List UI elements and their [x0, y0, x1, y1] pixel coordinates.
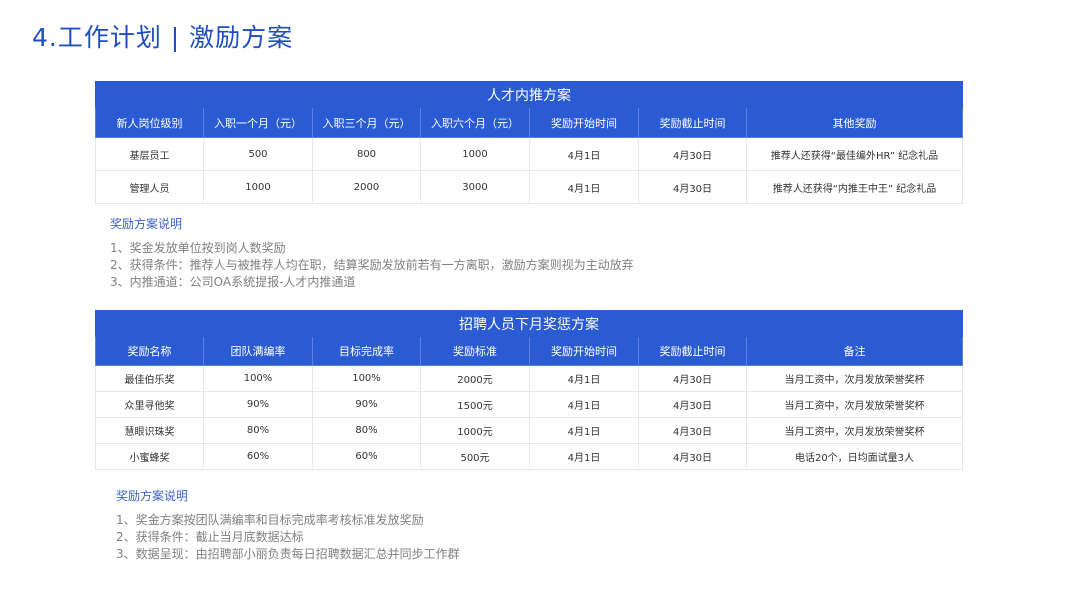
- column-header: 备注: [745, 336, 964, 366]
- table-cell: 众里寻他奖: [95, 391, 204, 418]
- table-cell: 小蜜蜂奖: [95, 443, 204, 470]
- table-cell: 80%: [203, 417, 313, 444]
- table-cell: 推荐人还获得“内推王中王” 纪念礼品: [745, 170, 964, 204]
- table-cell: 推荐人还获得“最佳编外HR” 纪念礼品: [745, 137, 964, 171]
- table-row: 最佳伯乐奖 100% 100% 2000元 4月1日 4月30日 当月工资中，次…: [95, 365, 964, 392]
- column-header: 新人岗位级别: [95, 107, 204, 138]
- table-cell: 2000: [312, 170, 421, 204]
- table-cell: 慧眼识珠奖: [95, 417, 204, 444]
- table-cell: 500: [203, 137, 313, 171]
- table-cell: 90%: [203, 391, 313, 418]
- table-cell: 4月1日: [529, 443, 639, 470]
- note-line: 2、获得条件：推荐人与被推荐人均在职，结算奖励发放前若有一方离职，激励方案则视为…: [110, 258, 634, 272]
- table-cell: 当月工资中，次月发放荣誉奖杯: [745, 365, 964, 392]
- table-row: 小蜜蜂奖 60% 60% 500元 4月1日 4月30日 电话20个，日均面试量…: [95, 443, 964, 470]
- table-cell: 基层员工: [95, 137, 204, 171]
- column-header: 入职三个月（元）: [312, 107, 421, 138]
- column-header: 其他奖励: [745, 107, 964, 138]
- table-row: 基层员工 500 800 1000 4月1日 4月30日 推荐人还获得“最佳编外…: [95, 137, 964, 171]
- column-header: 奖励截止时间: [638, 107, 747, 138]
- table-cell: 4月30日: [638, 443, 747, 470]
- referral-table: 人才内推方案 新人岗位级别 入职一个月（元） 入职三个月（元） 入职六个月（元）…: [94, 81, 964, 204]
- table-cell: 60%: [312, 443, 421, 470]
- notes-title: 奖励方案说明: [116, 489, 189, 503]
- table-cell: 4月30日: [638, 170, 747, 204]
- column-header: 目标完成率: [312, 336, 421, 366]
- table-cell: 1000: [203, 170, 313, 204]
- column-header: 奖励开始时间: [529, 107, 639, 138]
- table-cell: 4月1日: [529, 365, 639, 392]
- page-title: 4.工作计划 | 激励方案: [32, 23, 294, 52]
- column-header: 奖励标准: [420, 336, 530, 366]
- table-cell: 60%: [203, 443, 313, 470]
- table-cell: 4月30日: [638, 365, 747, 392]
- note-line: 2、获得条件：截止当月底数据达标: [116, 530, 304, 544]
- table-cell: 80%: [312, 417, 421, 444]
- table-cell: 4月1日: [529, 170, 639, 204]
- column-header: 入职六个月（元）: [420, 107, 530, 138]
- table-cell: 4月30日: [638, 417, 747, 444]
- table-cell: 90%: [312, 391, 421, 418]
- column-header: 奖励开始时间: [529, 336, 639, 366]
- table-cell: 电话20个，日均面试量3人: [745, 443, 964, 470]
- table-cell: 4月30日: [638, 391, 747, 418]
- table-cell: 最佳伯乐奖: [95, 365, 204, 392]
- table-cell: 1500元: [420, 391, 530, 418]
- note-line: 3、内推通道：公司OA系统提报-人才内推通道: [110, 275, 356, 289]
- table-row: 管理人员 1000 2000 3000 4月1日 4月30日 推荐人还获得“内推…: [95, 170, 964, 204]
- note-line: 3、数据呈现：由招聘部小丽负责每日招聘数据汇总并同步工作群: [116, 547, 460, 561]
- table-caption: 招聘人员下月奖惩方案: [94, 310, 964, 337]
- table-cell: 3000: [420, 170, 530, 204]
- table-cell: 1000元: [420, 417, 530, 444]
- recruiter-reward-table: 招聘人员下月奖惩方案 奖励名称 团队满编率 目标完成率 奖励标准 奖励开始时间 …: [94, 310, 964, 470]
- column-header: 奖励名称: [95, 336, 204, 366]
- table-cell: 当月工资中，次月发放荣誉奖杯: [745, 391, 964, 418]
- note-line: 1、奖金发放单位按到岗人数奖励: [110, 241, 286, 255]
- table-cell: 4月1日: [529, 391, 639, 418]
- table-cell: 4月1日: [529, 137, 639, 171]
- column-header: 入职一个月（元）: [203, 107, 313, 138]
- notes-title: 奖励方案说明: [110, 217, 183, 231]
- table-row: 众里寻他奖 90% 90% 1500元 4月1日 4月30日 当月工资中，次月发…: [95, 391, 964, 418]
- table-cell: 100%: [203, 365, 313, 392]
- table-cell: 500元: [420, 443, 530, 470]
- table-caption: 人才内推方案: [94, 81, 964, 108]
- table-cell: 100%: [312, 365, 421, 392]
- column-header: 奖励截止时间: [638, 336, 747, 366]
- table-cell: 2000元: [420, 365, 530, 392]
- table-cell: 1000: [420, 137, 530, 171]
- table-cell: 4月1日: [529, 417, 639, 444]
- column-header: 团队满编率: [203, 336, 313, 366]
- table-row: 慧眼识珠奖 80% 80% 1000元 4月1日 4月30日 当月工资中，次月发…: [95, 417, 964, 444]
- table-cell: 管理人员: [95, 170, 204, 204]
- table-cell: 当月工资中，次月发放荣誉奖杯: [745, 417, 964, 444]
- note-line: 1、奖金方案按团队满编率和目标完成率考核标准发放奖励: [116, 513, 424, 527]
- table-cell: 800: [312, 137, 421, 171]
- table-cell: 4月30日: [638, 137, 747, 171]
